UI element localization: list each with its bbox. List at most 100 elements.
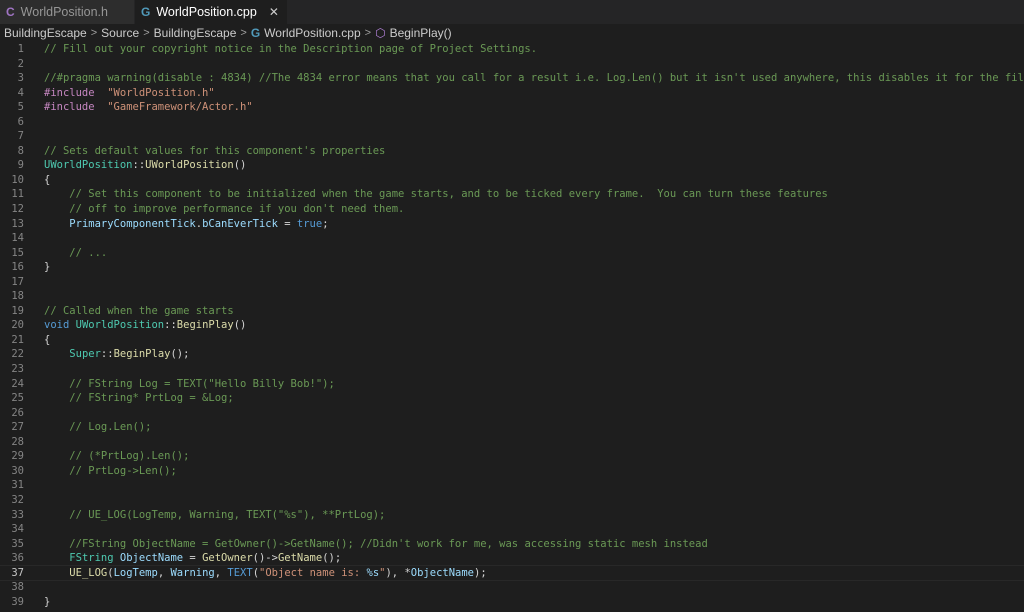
breadcrumb-item-buildingescape-folder[interactable]: BuildingEscape [154,26,237,40]
code-token: bCanEverTick [202,217,278,230]
code-token: UWorldPosition [145,159,234,172]
code-line[interactable]: 22 Super::BeginPlay(); [0,347,1024,362]
code-line[interactable]: 31 [0,478,1024,493]
code-line[interactable]: 1 // Fill out your copyright notice in th… [0,42,1024,57]
code-text: #include "GameFramework/Actor.h" [44,100,1024,115]
line-number: 19 [11,304,24,317]
code-token: GetOwner [202,552,253,565]
code-line[interactable]: 37 UE_LOG(LogTemp, Warning, TEXT("Object… [0,564,1024,582]
code-line[interactable]: 8 // Sets default values for this compone… [0,144,1024,159]
code-line[interactable]: 17 [0,275,1024,290]
code-token: // (*PrtLog).Len(); [69,450,190,463]
line-number: 16 [11,261,24,274]
code-line[interactable]: 9 UWorldPosition::UWorldPosition() [0,158,1024,173]
line-number: 29 [11,450,24,463]
code-line[interactable]: 12 // off to improve performance if you … [0,202,1024,217]
code-line[interactable]: 20 void UWorldPosition::BeginPlay() [0,318,1024,333]
code-token: // FString* PrtLog = &Log; [69,392,234,405]
line-number: 10 [11,173,24,186]
code-line[interactable]: 27 // Log.Len(); [0,420,1024,435]
code-line[interactable]: 33 // UE_LOG(LogTemp, Warning, TEXT("%s"… [0,508,1024,523]
c-header-file-icon: C [6,5,15,19]
breadcrumb-item-source[interactable]: Source [101,26,139,40]
code-line[interactable]: 25 // FString* PrtLog = &Log; [0,391,1024,406]
code-line[interactable]: 7 [0,129,1024,144]
code-text: // (*PrtLog).Len(); [44,449,1024,464]
line-number: 35 [11,537,24,550]
code-text: // Called when the game starts [44,304,1024,319]
code-line[interactable]: 32 [0,493,1024,508]
code-text: Super::BeginPlay(); [44,347,1024,362]
code-token: Warning [170,566,215,579]
code-line[interactable]: 11 // Set this component to be initializ… [0,187,1024,202]
code-line[interactable]: 5 #include "GameFramework/Actor.h" [0,100,1024,115]
code-line[interactable]: 15 // ... [0,246,1024,261]
code-line[interactable]: 19 // Called when the game starts [0,304,1024,319]
breadcrumb-item-buildingescape[interactable]: BuildingEscape [4,26,87,40]
line-number: 30 [11,464,24,477]
code-token: //#pragma warning(disable : 4834) //The … [44,72,1024,85]
code-token: TEXT [227,566,253,579]
line-number: 18 [11,290,24,303]
code-line[interactable]: 26 [0,406,1024,421]
code-line[interactable]: 29 // (*PrtLog).Len(); [0,449,1024,464]
code-token: () [233,319,247,332]
code-line[interactable]: 18 [0,289,1024,304]
code-line[interactable]: 39} [0,595,1024,610]
code-token: , [214,566,228,579]
code-text: // FString Log = TEXT("Hello Billy Bob!"… [44,377,1024,392]
code-text: FString ObjectName = GetOwner()->GetName… [44,551,1024,566]
code-line[interactable]: 10 { [0,173,1024,188]
code-editor[interactable]: 1 // Fill out your copyright notice in th… [0,42,1024,609]
code-token: :: [100,348,114,361]
code-line[interactable]: 3 //#pragma warning(disable : 4834) //The… [0,71,1024,86]
code-line[interactable]: 24 // FString Log = TEXT("Hello Billy Bo… [0,377,1024,392]
code-line[interactable]: 28 [0,435,1024,450]
code-line[interactable]: 16} [0,260,1024,275]
code-token: ObjectName [119,552,184,565]
code-token: UE_LOG [69,566,108,579]
code-token: (); [322,552,342,565]
code-text: // UE_LOG(LogTemp, Warning, TEXT("%s"), … [44,508,1024,523]
code-token: ), * [385,566,411,579]
code-line[interactable]: 36 FString ObjectName = GetOwner()->GetN… [0,551,1024,566]
line-number: 23 [11,363,24,376]
code-line[interactable]: 14 [0,231,1024,246]
code-line[interactable]: 30 // PrtLog->Len(); [0,464,1024,479]
cpp-file-icon: G [140,5,151,19]
tab-worldposition-cpp[interactable]: G WorldPosition.cpp ✕ [134,0,288,24]
breadcrumb-item-file[interactable]: WorldPosition.cpp [264,26,361,40]
code-text: } [44,260,1024,275]
code-token: // off to improve performance if you don… [69,203,405,216]
code-line[interactable]: 35 //FString ObjectName = GetOwner()->Ge… [0,537,1024,552]
code-line[interactable]: 21 { [0,333,1024,348]
code-line[interactable]: 4 #include "WorldPosition.h" [0,86,1024,101]
code-line[interactable]: 23 [0,362,1024,377]
line-number: 3 [17,72,24,85]
code-line[interactable]: 38 [0,580,1024,595]
code-text: UE_LOG(LogTemp, Warning, TEXT("Object na… [44,566,1024,581]
line-number: 26 [11,406,24,419]
code-line[interactable]: 34 [0,522,1024,537]
line-number: 15 [11,246,24,259]
code-text: { [44,333,1024,348]
code-line[interactable]: 2 [0,57,1024,72]
code-line[interactable]: 6 [0,115,1024,130]
code-token: // UE_LOG(LogTemp, Warning, TEXT("%s"), … [69,508,386,521]
code-text: PrimaryComponentTick.bCanEverTick = true… [44,217,1024,232]
line-number: 9 [17,159,24,172]
code-token: LogTemp [113,566,158,579]
code-line[interactable]: 13 PrimaryComponentTick.bCanEverTick = t… [0,217,1024,232]
tab-worldposition-h[interactable]: C WorldPosition.h [0,0,135,24]
code-token: = [277,217,297,230]
line-number: 11 [11,188,24,201]
breadcrumb-item-symbol[interactable]: BeginPlay() [390,26,452,40]
close-icon[interactable]: ✕ [269,5,279,19]
line-number: 1 [17,43,24,55]
